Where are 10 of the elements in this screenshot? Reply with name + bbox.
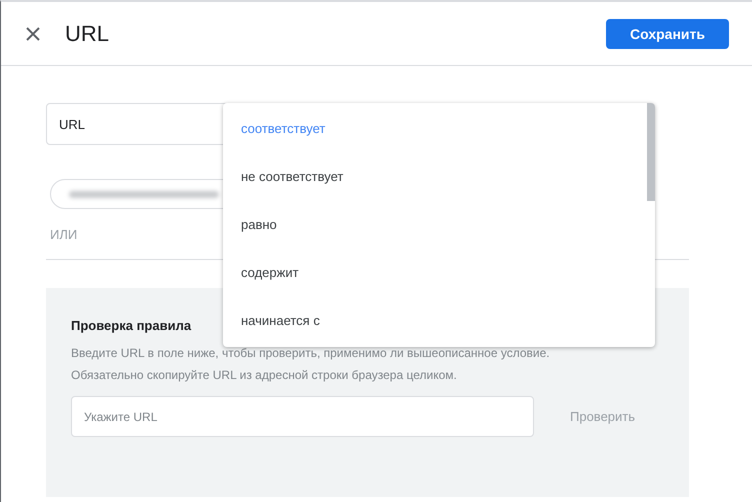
url-input[interactable]: Укажите URL: [71, 396, 534, 437]
dialog-title: URL: [65, 20, 110, 46]
panel-title: Проверка правила: [71, 318, 192, 333]
dropdown-option[interactable]: не соответствует: [223, 152, 647, 200]
dropdown-option[interactable]: начинается с: [223, 296, 647, 344]
scrollbar-thumb[interactable]: [647, 103, 655, 201]
save-button[interactable]: Сохранить: [606, 18, 729, 48]
dropdown-option[interactable]: содержит: [223, 248, 647, 296]
panel-description: Введите URL в поле ниже, чтобы проверить, применимо ли вышеописанное условие. Обязательно скопируйте URL из адресной строки браузера целиком.: [71, 345, 550, 384]
dropdown-option[interactable]: равно: [223, 200, 647, 248]
